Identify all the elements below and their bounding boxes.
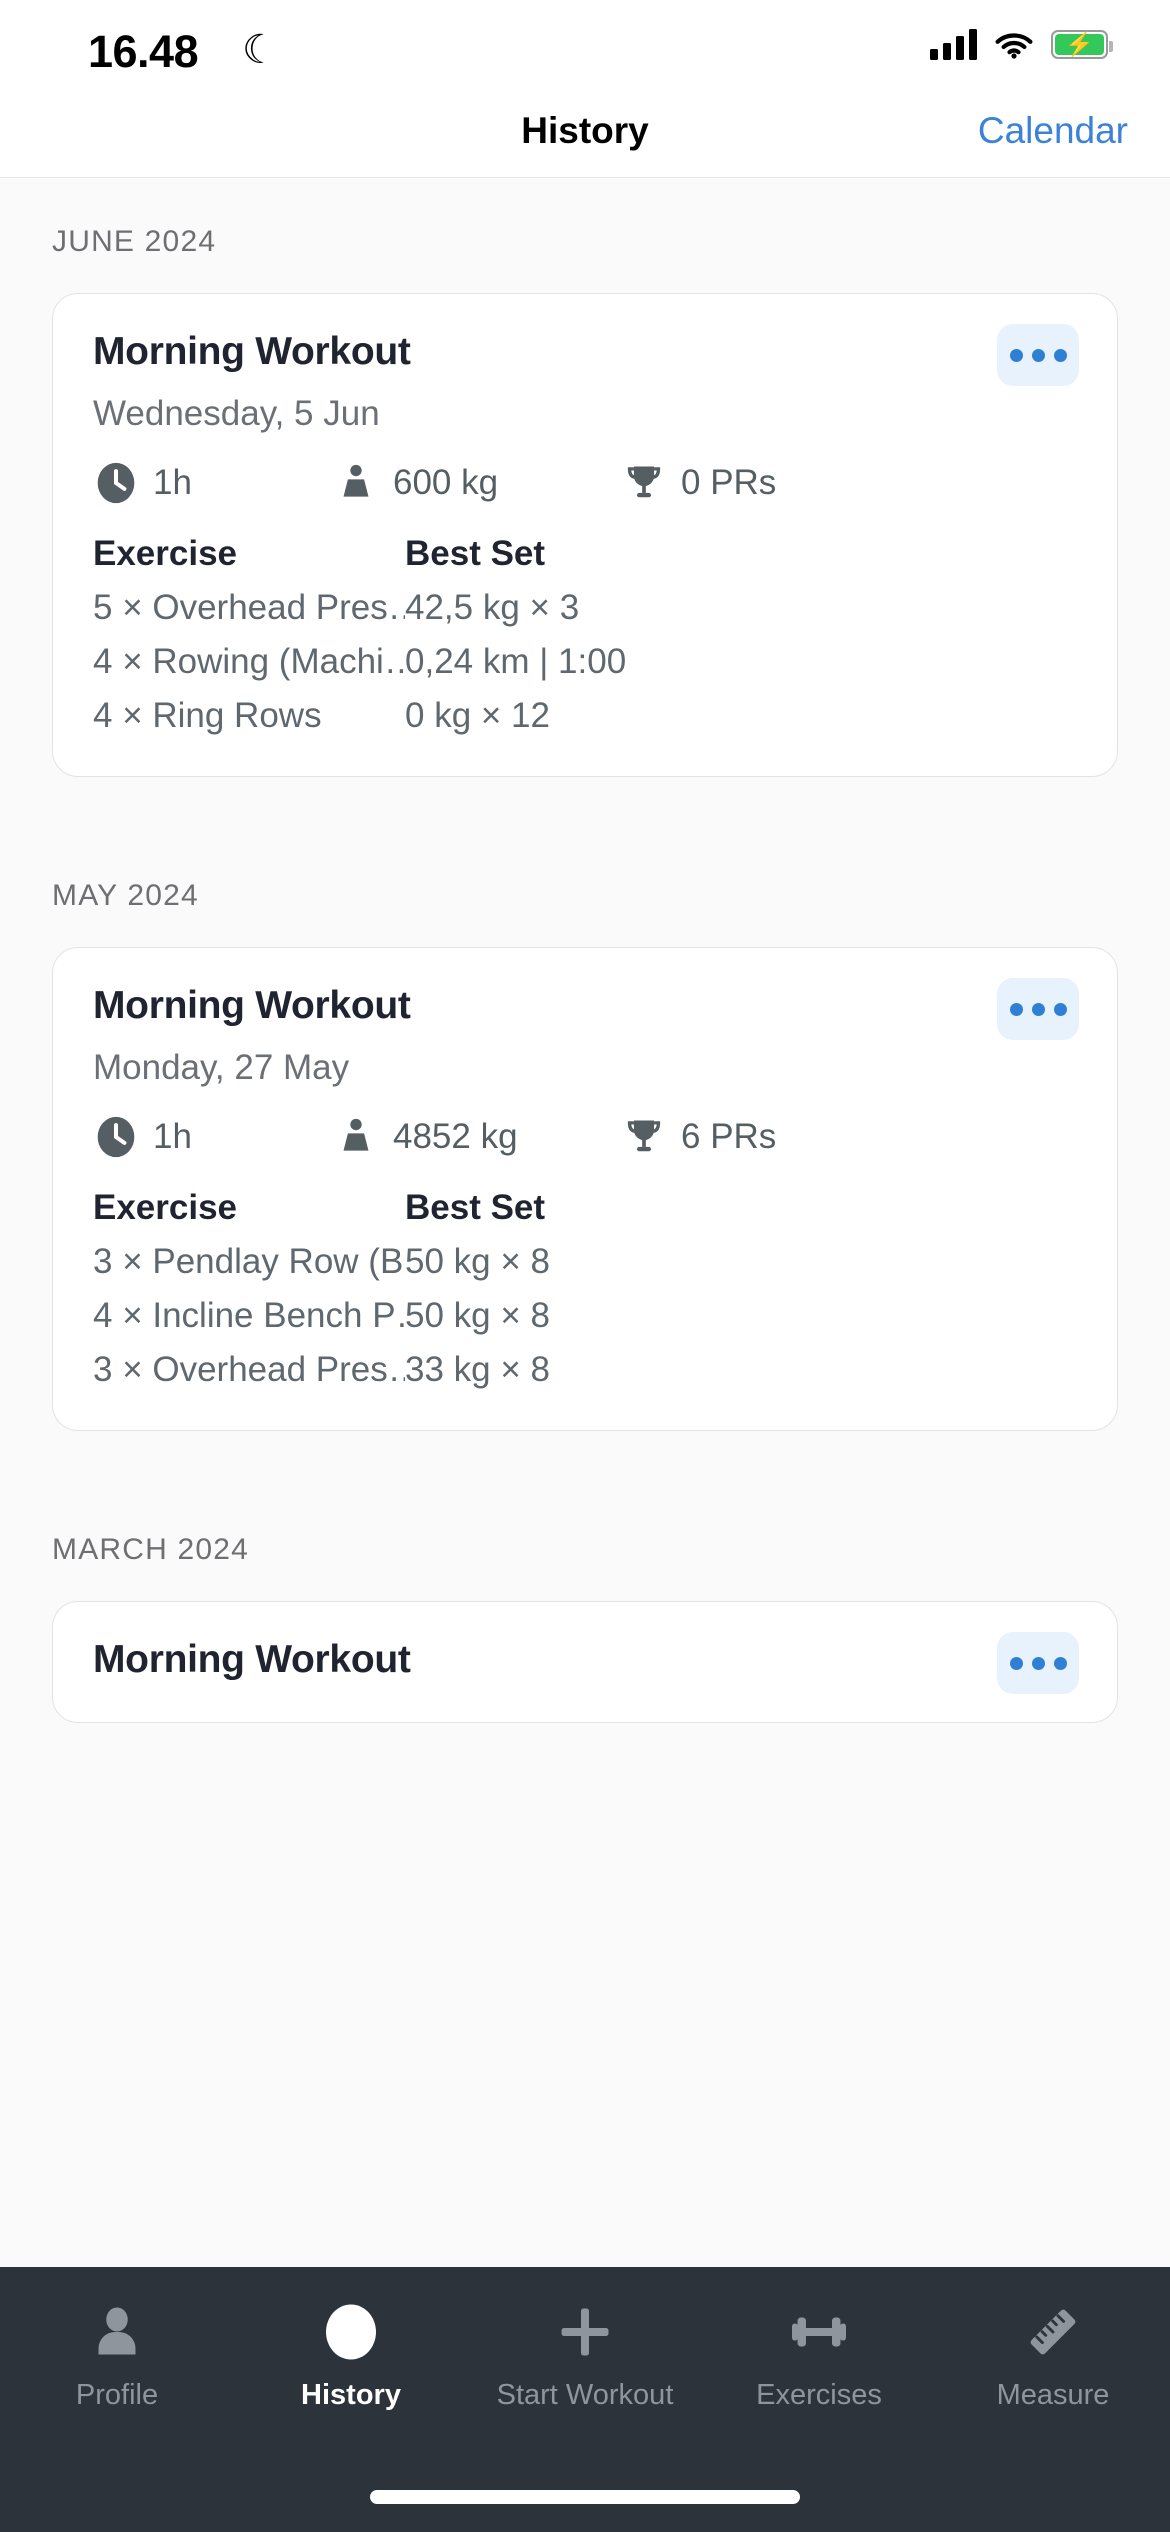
history-list[interactable]: JUNE 2024 Morning Workout Wednesday, 5 Jun… [0,179,1170,2267]
workout-title: Morning Workout [93,1638,411,1681]
dot-icon [1031,348,1045,362]
person-icon [87,2295,147,2369]
wifi-icon [995,29,1033,59]
more-options-button[interactable] [997,324,1079,386]
month-header: JUNE 2024 [52,225,217,258]
best-set-value: 50 kg × 8 [405,1296,550,1335]
workout-date: Monday, 27 May [93,1048,350,1087]
month-header: MARCH 2024 [52,1533,250,1566]
exercise-name: 4 × Ring Rows [93,696,322,735]
tab-bar: Profile History Start Workout Exercises Meas… [0,2267,1170,2532]
prs-value: 6 PRs [681,1117,777,1156]
best-set-value: 50 kg × 8 [405,1242,550,1281]
tab-label: History [301,2379,401,2411]
tab-measure[interactable]: Measure [936,2295,1170,2437]
nav-bar: History Calendar [0,96,1170,178]
month-header: MAY 2024 [52,879,199,912]
exercise-row: 4 × Incline Bench P… 50 kg × 8 [93,1296,1077,1336]
status-bar: 16.48 ☾ ⚡ [0,0,1170,96]
best-set-value: 33 kg × 8 [405,1350,550,1389]
workout-stats: 1h 600 kg 0 PRs [93,460,1077,506]
duration-value: 1h [153,1117,192,1156]
dot-icon [1053,1656,1067,1670]
dot-icon [1009,348,1023,362]
phone-screen: 16.48 ☾ ⚡ History Calendar JUNE 2024 Mor… [0,0,1170,2532]
trophy-icon [621,1114,667,1160]
exercise-name: 5 × Overhead Pres… [93,588,405,627]
workout-card[interactable]: Morning Workout Monday, 27 May 1h 4852 kg 6 … [52,947,1118,1431]
exercise-name: 3 × Overhead Pres… [93,1350,405,1389]
workout-date: Wednesday, 5 Jun [93,394,380,433]
tab-label: Profile [75,2379,159,2411]
best-set-value: 42,5 kg × 3 [405,588,580,627]
column-header-exercise: Exercise [93,534,238,573]
cellular-signal-icon [930,28,977,60]
crescent-moon-icon: ☾ [242,28,278,72]
best-set-value: 0 kg × 12 [405,696,550,735]
tab-start-workout[interactable]: Start Workout [468,2295,702,2437]
trophy-icon [621,460,667,506]
plus-icon [555,2295,615,2369]
calendar-button[interactable]: Calendar [978,110,1128,152]
battery-charging-icon: ⚡ [1051,29,1113,59]
prs-value: 0 PRs [681,463,777,502]
workout-stats: 1h 4852 kg 6 PRs [93,1114,1077,1160]
weight-icon [333,460,379,506]
workout-card[interactable]: Morning Workout Wednesday, 5 Jun 1h 600 kg 0… [52,293,1118,777]
exercise-name: 4 × Incline Bench P… [93,1296,405,1335]
dot-icon [1009,1656,1023,1670]
tab-label: Measure [996,2379,1110,2411]
best-set-value: 0,24 km | 1:00 [405,642,627,681]
clock-icon [321,2295,381,2369]
dot-icon [1009,1002,1023,1016]
dumbbell-icon [789,2295,849,2369]
exercise-row: 3 × Overhead Pres… 33 kg × 8 [93,1350,1077,1390]
exercise-row: 4 × Ring Rows 0 kg × 12 [93,696,1077,736]
dot-icon [1053,348,1067,362]
tab-exercises[interactable]: Exercises [702,2295,936,2437]
volume-value: 4852 kg [393,1117,518,1156]
workout-title: Morning Workout [93,330,411,373]
column-header-best-set: Best Set [405,534,546,573]
exercise-row: 4 × Rowing (Machi… 0,24 km | 1:00 [93,642,1077,682]
tab-label: Exercises [756,2379,882,2411]
column-header-exercise: Exercise [93,1188,238,1227]
clock-icon [93,460,139,506]
more-options-button[interactable] [997,1632,1079,1694]
more-options-button[interactable] [997,978,1079,1040]
exercise-row: 3 × Pendlay Row (B… 50 kg × 8 [93,1242,1077,1282]
exercise-row: 5 × Overhead Pres… 42,5 kg × 3 [93,588,1077,628]
workout-title: Morning Workout [93,984,411,1027]
tab-history[interactable]: History [234,2295,468,2437]
duration-value: 1h [153,463,192,502]
dot-icon [1053,1002,1067,1016]
exercise-name: 4 × Rowing (Machi… [93,642,405,681]
exercise-name: 3 × Pendlay Row (B… [93,1242,405,1281]
exercise-table-header: Exercise Best Set [93,534,1077,574]
workout-card[interactable]: Morning Workout [52,1601,1118,1723]
scroll-fade [0,2237,1170,2267]
home-indicator [370,2490,800,2504]
column-header-best-set: Best Set [405,1188,546,1227]
ruler-icon [1023,2295,1083,2369]
clock-icon [93,1114,139,1160]
volume-value: 600 kg [393,463,499,502]
weight-icon [333,1114,379,1160]
tab-profile[interactable]: Profile [0,2295,234,2437]
status-bar-indicators: ⚡ [930,28,1113,60]
status-bar-time: 16.48 [88,26,199,77]
tab-label: Start Workout [496,2379,674,2411]
dot-icon [1031,1656,1045,1670]
dot-icon [1031,1002,1045,1016]
exercise-table-header: Exercise Best Set [93,1188,1077,1228]
